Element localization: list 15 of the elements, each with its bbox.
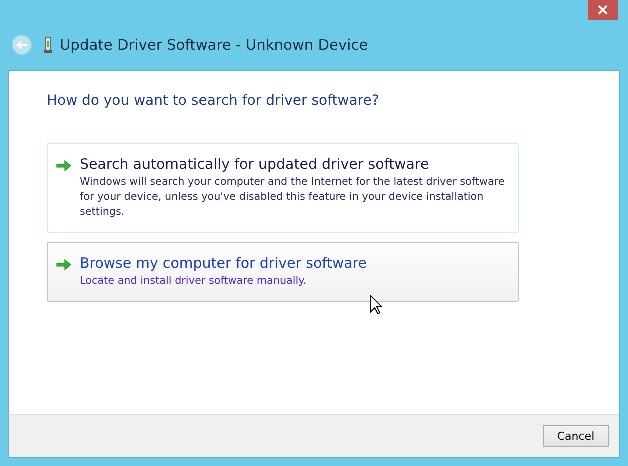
option-card[interactable] [47, 143, 519, 233]
back-arrow-icon [16, 40, 28, 50]
option-description: Windows will search your computer and the Internet for the latest driver software for your device, unless you've disabled this feature in your device installation settings. [80, 175, 506, 220]
close-icon [598, 5, 608, 15]
device-icon [44, 37, 52, 53]
cancel-button[interactable]: Cancel [543, 425, 609, 447]
arrow-icon [56, 259, 72, 271]
close-button[interactable] [588, 0, 618, 20]
question-heading: How do you want to search for driver software? [47, 93, 380, 109]
window-title: Update Driver Software - Unknown Device [60, 36, 368, 54]
option-title: Search automatically for updated driver software [80, 156, 430, 174]
arrow-icon [56, 160, 72, 172]
option-description: Locate and install driver software manually. [80, 274, 308, 289]
mouse-cursor-icon [370, 295, 383, 315]
option-title: Browse my computer for driver software [80, 255, 368, 273]
